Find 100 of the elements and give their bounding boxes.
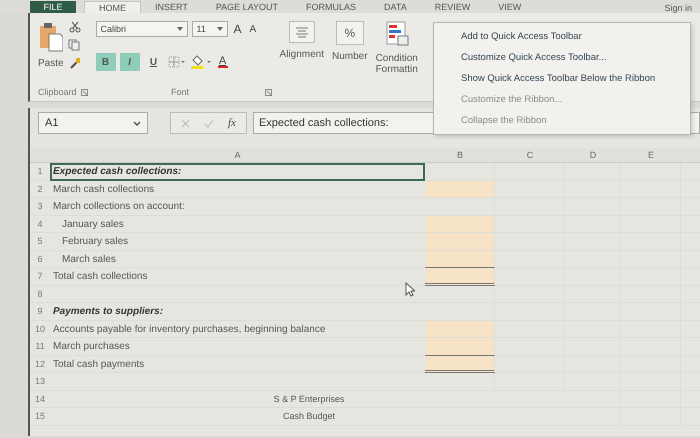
row-header[interactable]: 15 (30, 408, 50, 426)
table-cell[interactable] (495, 303, 565, 320)
table-cell[interactable]: Expected cash collections: (50, 163, 425, 180)
shrink-font-button[interactable]: A (248, 24, 258, 34)
table-cell[interactable] (495, 320, 565, 338)
font-size-dropdown[interactable]: 11 (192, 21, 228, 37)
column-header[interactable]: E (621, 148, 681, 163)
font-name-dropdown[interactable]: Calibri (96, 21, 188, 37)
table-cell[interactable] (621, 163, 681, 180)
checkmark-icon[interactable] (204, 118, 214, 128)
table-cell[interactable] (495, 286, 565, 303)
name-box[interactable]: A1 (38, 112, 148, 134)
table-cell[interactable] (495, 356, 565, 373)
row-header[interactable]: 13 (30, 373, 50, 390)
italic-button[interactable]: I (120, 53, 140, 71)
table-cell[interactable] (495, 250, 565, 268)
column-header[interactable]: A (50, 148, 425, 163)
column-header[interactable] (681, 148, 700, 163)
table-cell[interactable]: February sales (50, 233, 425, 250)
ribbon-tab[interactable]: VIEW (484, 1, 536, 13)
input-cell[interactable] (425, 338, 495, 356)
underline-button[interactable]: U (144, 53, 164, 71)
table-cell[interactable] (565, 163, 621, 180)
menu-item[interactable]: Show Quick Access Toolbar Below the Ribbon (434, 68, 690, 89)
table-cell[interactable]: Total cash payments (50, 356, 425, 373)
table-cell[interactable]: March cash collections (50, 180, 425, 198)
ribbon-tab[interactable]: INSERT (141, 1, 202, 13)
ribbon-tab[interactable]: PAGE LAYOUT (202, 1, 292, 13)
row-header[interactable]: 3 (30, 198, 50, 216)
table-cell[interactable] (495, 216, 565, 233)
table-cell[interactable] (495, 373, 565, 390)
input-cell[interactable] (425, 356, 495, 373)
cancel-icon[interactable] (181, 118, 190, 128)
table-cell[interactable] (495, 338, 565, 356)
ribbon-tab[interactable]: HOME (84, 1, 141, 13)
caret-icon (176, 27, 183, 31)
row-header[interactable]: 6 (30, 250, 50, 268)
title-text: Cash Budget (282, 411, 336, 421)
select-all-corner[interactable] (30, 148, 50, 163)
fill-bucket-icon[interactable] (190, 55, 212, 69)
table-cell[interactable]: Accounts payable for inventory purchases, beginning balance (50, 320, 425, 338)
ribbon-tab[interactable]: REVIEW (420, 1, 484, 13)
ribbon-tab[interactable]: DATA (370, 1, 421, 13)
paste-button[interactable]: Paste (38, 22, 64, 68)
input-cell[interactable] (425, 250, 495, 268)
input-cell[interactable] (425, 233, 495, 250)
row-header[interactable]: 4 (30, 216, 50, 233)
scissors-icon[interactable] (68, 21, 81, 33)
borders-icon[interactable] (168, 56, 186, 68)
group-label: Clipboard (38, 87, 77, 97)
table-cell[interactable] (495, 180, 565, 198)
insert-function-button[interactable]: fx (228, 117, 236, 129)
row-header[interactable]: 9 (30, 303, 50, 320)
sign-in-link[interactable]: Sign in (664, 3, 700, 13)
input-cell[interactable] (425, 216, 495, 233)
column-header[interactable]: C (495, 148, 565, 163)
conditional-formatting-button[interactable]: Condition Formattin (376, 21, 418, 75)
input-cell[interactable] (425, 320, 495, 338)
row-header[interactable]: 14 (30, 390, 50, 408)
table-cell[interactable] (495, 233, 565, 250)
ribbon-tab[interactable]: FORMULAS (292, 1, 370, 13)
copy-icon[interactable] (68, 39, 82, 51)
table-cell[interactable] (425, 286, 495, 303)
dialog-launcher-icon[interactable] (80, 88, 88, 96)
row-header[interactable]: 11 (30, 338, 50, 356)
file-tab[interactable]: FILE (30, 1, 76, 13)
table-cell[interactable] (495, 163, 565, 180)
menu-item[interactable]: Add to Quick Access Toolbar (434, 26, 690, 47)
table-cell[interactable]: March collections on account: (50, 198, 425, 216)
column-header[interactable]: D (565, 148, 621, 163)
bold-button[interactable]: B (96, 53, 116, 71)
number-button[interactable]: % Number (332, 21, 368, 62)
table-cell[interactable]: Cash Budget (50, 408, 565, 426)
dialog-launcher-icon[interactable] (264, 88, 272, 96)
row-header[interactable]: 1 (30, 163, 50, 180)
menu-item[interactable]: Customize Quick Access Toolbar... (434, 47, 690, 68)
table-cell[interactable] (425, 373, 495, 390)
row-header[interactable]: 2 (30, 180, 50, 198)
table-cell[interactable]: January sales (50, 216, 425, 233)
row-header[interactable]: 8 (30, 286, 50, 303)
table-cell[interactable] (495, 198, 565, 216)
column-header[interactable]: B (425, 148, 495, 163)
grow-font-button[interactable]: A (232, 22, 244, 36)
row-header[interactable]: 5 (30, 233, 50, 250)
row-header[interactable]: 7 (30, 268, 50, 286)
row-header[interactable]: 12 (30, 356, 50, 373)
table-cell[interactable]: Total cash collections (50, 268, 425, 286)
row-header[interactable]: 10 (30, 320, 50, 338)
table-cell[interactable]: March sales (50, 250, 425, 268)
table-cell[interactable]: S & P Enterprises (50, 390, 565, 408)
chevron-down-icon (133, 120, 141, 126)
group-label: Font (171, 87, 190, 97)
alignment-button[interactable]: Alignment (280, 21, 324, 60)
input-cell[interactable] (425, 180, 495, 198)
input-cell[interactable] (425, 268, 495, 286)
font-color-button[interactable]: A (216, 56, 230, 68)
table-cell[interactable]: March purchases (50, 338, 425, 356)
brush-icon[interactable] (68, 57, 81, 69)
table-cell[interactable] (495, 268, 565, 286)
table-cell[interactable]: Payments to suppliers: (50, 303, 425, 320)
